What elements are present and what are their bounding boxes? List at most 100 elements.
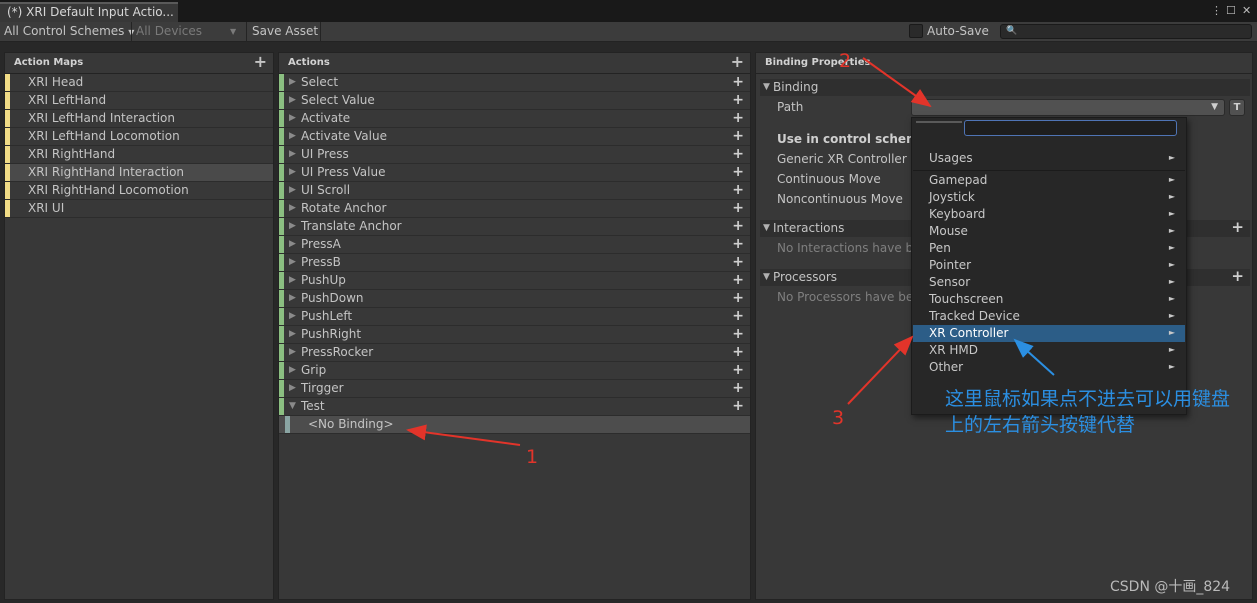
devices-dropdown[interactable]: All Devices ▼ xyxy=(132,22,246,42)
add-binding-icon[interactable]: + xyxy=(732,74,744,91)
control-schemes-dropdown[interactable]: All Control Schemes ▼ xyxy=(0,22,134,42)
dropdown-item[interactable]: Tracked Device ► xyxy=(913,308,1185,325)
add-binding-icon[interactable]: + xyxy=(732,326,744,343)
action-map-item[interactable]: XRI RightHand xyxy=(5,146,273,164)
dropdown-item[interactable]: Touchscreen ► xyxy=(913,291,1185,308)
action-item[interactable]: ▶ Activate + xyxy=(279,110,750,128)
binding-row[interactable]: <No Binding> xyxy=(279,416,750,434)
dropdown-item[interactable]: Mouse ► xyxy=(913,223,1185,240)
window-tab[interactable]: (*) XRI Default Input Actio... xyxy=(0,2,178,22)
add-binding-icon[interactable]: + xyxy=(732,92,744,109)
dropdown-item[interactable]: Other ► xyxy=(913,359,1185,376)
action-item[interactable]: ▶ Translate Anchor + xyxy=(279,218,750,236)
dropdown-item[interactable]: Sensor ► xyxy=(913,274,1185,291)
triangle-right-icon[interactable]: ▶ xyxy=(289,344,296,361)
more-icon[interactable]: ⋮ xyxy=(1211,4,1222,18)
action-item[interactable]: ▶ PressA + xyxy=(279,236,750,254)
add-processor-icon[interactable]: + xyxy=(1231,268,1244,284)
add-interaction-icon[interactable]: + xyxy=(1231,219,1244,235)
action-item[interactable]: ▶ PushDown + xyxy=(279,290,750,308)
action-map-item[interactable]: XRI LeftHand Locomotion xyxy=(5,128,273,146)
action-map-item[interactable]: XRI UI xyxy=(5,200,273,218)
scheme-noncontinuous-move[interactable]: Noncontinuous Move xyxy=(777,192,903,206)
search-input[interactable]: 🔍 xyxy=(1000,24,1252,39)
triangle-right-icon[interactable]: ▶ xyxy=(289,200,296,217)
dropdown-item-usages[interactable]: Usages ► xyxy=(913,150,1185,167)
action-item[interactable]: ▶ PushRight + xyxy=(279,326,750,344)
add-action-map-icon[interactable]: + xyxy=(254,52,267,72)
triangle-right-icon[interactable]: ▶ xyxy=(289,146,296,163)
save-asset-button[interactable]: Save Asset xyxy=(248,22,320,42)
action-map-item[interactable]: XRI RightHand Interaction xyxy=(5,164,273,182)
action-item[interactable]: ▶ PressRocker + xyxy=(279,344,750,362)
scheme-generic-xr-controller[interactable]: Generic XR Controller xyxy=(777,152,907,166)
action-item[interactable]: ▶ Grip + xyxy=(279,362,750,380)
action-item[interactable]: ▶ Select + xyxy=(279,74,750,92)
add-binding-icon[interactable]: + xyxy=(732,290,744,307)
triangle-right-icon[interactable]: ▶ xyxy=(289,164,296,181)
add-binding-icon[interactable]: + xyxy=(732,110,744,127)
action-item[interactable]: ▶ Rotate Anchor + xyxy=(279,200,750,218)
action-item[interactable]: ▼ Test + xyxy=(279,398,750,416)
triangle-right-icon[interactable]: ▶ xyxy=(289,362,296,379)
add-binding-icon[interactable]: + xyxy=(732,128,744,145)
scheme-continuous-move[interactable]: Continuous Move xyxy=(777,172,881,186)
add-binding-icon[interactable]: + xyxy=(732,308,744,325)
triangle-right-icon[interactable]: ▶ xyxy=(289,182,296,199)
triangle-right-icon[interactable]: ▶ xyxy=(289,218,296,235)
triangle-right-icon[interactable]: ▶ xyxy=(289,380,296,397)
add-binding-icon[interactable]: + xyxy=(732,380,744,397)
add-binding-icon[interactable]: + xyxy=(732,272,744,289)
action-item[interactable]: ▶ PressB + xyxy=(279,254,750,272)
action-item[interactable]: ▶ Select Value + xyxy=(279,92,750,110)
triangle-right-icon[interactable]: ▶ xyxy=(289,128,296,145)
add-action-icon[interactable]: + xyxy=(731,52,744,72)
auto-save-checkbox[interactable] xyxy=(909,24,923,38)
add-binding-icon[interactable]: + xyxy=(732,182,744,199)
add-binding-icon[interactable]: + xyxy=(732,236,744,253)
action-item[interactable]: ▶ UI Scroll + xyxy=(279,182,750,200)
action-map-item[interactable]: XRI Head xyxy=(5,74,273,92)
dropdown-item[interactable]: Joystick ► xyxy=(913,189,1185,206)
binding-section[interactable]: ▼ Binding xyxy=(760,79,1250,96)
action-item[interactable]: ▶ PushUp + xyxy=(279,272,750,290)
triangle-right-icon[interactable]: ▶ xyxy=(289,254,296,271)
t-button[interactable]: T xyxy=(1229,99,1245,116)
action-item[interactable]: ▶ UI Press Value + xyxy=(279,164,750,182)
add-binding-icon[interactable]: + xyxy=(732,164,744,181)
add-binding-icon[interactable]: + xyxy=(732,218,744,235)
action-map-item[interactable]: XRI LeftHand Interaction xyxy=(5,110,273,128)
dropdown-item[interactable]: Keyboard ► xyxy=(913,206,1185,223)
add-binding-icon[interactable]: + xyxy=(732,398,744,415)
triangle-right-icon[interactable]: ▶ xyxy=(289,74,296,91)
back-tab[interactable] xyxy=(916,121,962,123)
triangle-down-icon[interactable]: ▼ xyxy=(289,398,296,415)
dropdown-item[interactable]: XR HMD ► xyxy=(913,342,1185,359)
action-item[interactable]: ▶ Activate Value + xyxy=(279,128,750,146)
maximize-icon[interactable]: ☐ xyxy=(1226,4,1236,18)
action-item[interactable]: ▶ UI Press + xyxy=(279,146,750,164)
close-icon[interactable]: ✕ xyxy=(1242,4,1251,18)
triangle-right-icon[interactable]: ▶ xyxy=(289,308,296,325)
action-item[interactable]: ▶ PushLeft + xyxy=(279,308,750,326)
triangle-right-icon[interactable]: ▶ xyxy=(289,290,296,307)
add-binding-icon[interactable]: + xyxy=(732,362,744,379)
add-binding-icon[interactable]: + xyxy=(732,254,744,271)
triangle-right-icon[interactable]: ▶ xyxy=(289,326,296,343)
triangle-right-icon[interactable]: ▶ xyxy=(289,236,296,253)
dropdown-item[interactable]: Gamepad ► xyxy=(913,172,1185,189)
action-map-item[interactable]: XRI LeftHand xyxy=(5,92,273,110)
dropdown-item[interactable]: Pen ► xyxy=(913,240,1185,257)
dropdown-search-input[interactable] xyxy=(964,120,1177,136)
dropdown-item[interactable]: Pointer ► xyxy=(913,257,1185,274)
add-binding-icon[interactable]: + xyxy=(732,200,744,217)
add-binding-icon[interactable]: + xyxy=(732,146,744,163)
triangle-right-icon[interactable]: ▶ xyxy=(289,110,296,127)
path-dropdown[interactable]: ▼ xyxy=(911,99,1225,116)
action-map-item[interactable]: XRI RightHand Locomotion xyxy=(5,182,273,200)
dropdown-item[interactable]: XR Controller ► xyxy=(913,325,1185,342)
triangle-right-icon[interactable]: ▶ xyxy=(289,92,296,109)
triangle-right-icon[interactable]: ▶ xyxy=(289,272,296,289)
action-item[interactable]: ▶ Tirgger + xyxy=(279,380,750,398)
add-binding-icon[interactable]: + xyxy=(732,344,744,361)
